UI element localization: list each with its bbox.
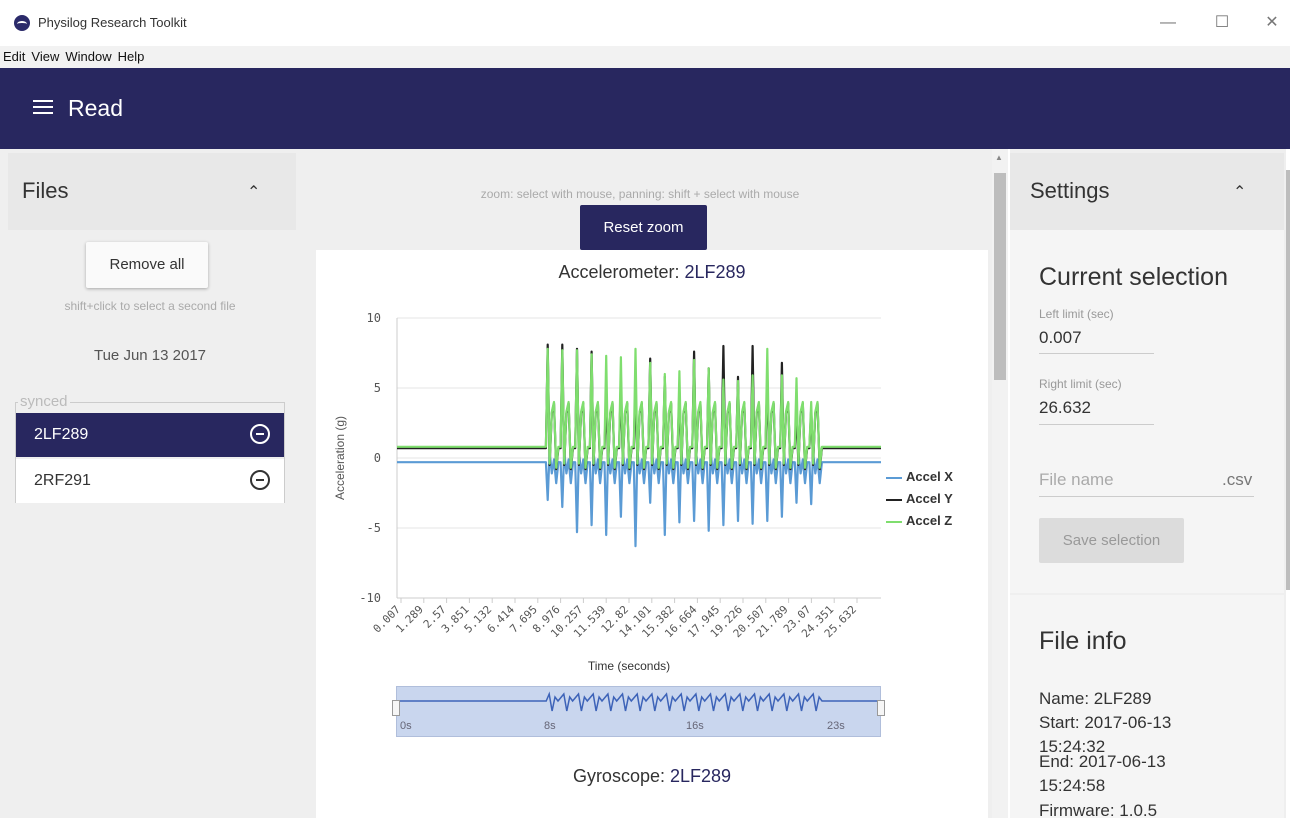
y-tick-label: -5: [367, 521, 381, 535]
legend-accel-y[interactable]: Accel Y: [886, 491, 953, 506]
navigator-label: 23s: [827, 720, 845, 732]
menu-view[interactable]: View: [28, 46, 62, 64]
save-selection-button[interactable]: Save selection: [1039, 518, 1184, 563]
file-item-2lf289[interactable]: 2LF289: [16, 413, 284, 457]
collapse-settings-chevron-up-icon[interactable]: ⌃: [1233, 182, 1246, 202]
remove-file-minus-icon[interactable]: [250, 424, 270, 444]
current-selection-title: Current selection: [1039, 263, 1228, 291]
y-tick-label: -10: [359, 591, 381, 605]
file-name: 2RF291: [34, 472, 91, 489]
right-limit-label: Right limit (sec): [1039, 377, 1122, 391]
zoom-hint: zoom: select with mouse, panning: shift …: [480, 187, 800, 201]
synced-group-label: synced: [18, 393, 70, 410]
series-accel-x: [397, 449, 881, 548]
navigator-right-handle[interactable]: [877, 700, 885, 716]
file-info-line: End: 2017-06-13: [1039, 752, 1166, 771]
navigator-label: 16s: [686, 720, 704, 732]
y-tick-label: 5: [374, 381, 381, 395]
menu-edit[interactable]: Edit: [0, 46, 28, 64]
minimize-button[interactable]: —: [1150, 10, 1186, 36]
scroll-up-arrow-icon[interactable]: ▲: [995, 153, 1003, 162]
files-date: Tue Jun 13 2017: [93, 347, 207, 364]
navigator-left-handle[interactable]: [392, 700, 400, 716]
right-limit-underline: [1039, 424, 1154, 425]
file-info-title: File info: [1039, 627, 1127, 655]
gyroscope-chart-title: Gyroscope: 2LF289: [572, 766, 732, 786]
close-window-button[interactable]: ✕: [1254, 10, 1290, 36]
app-logo-icon: [14, 15, 30, 31]
left-limit-input[interactable]: 0.007: [1039, 328, 1082, 348]
legend-accel-z[interactable]: Accel Z: [886, 513, 952, 528]
window-titlebar: Physilog Research Toolkit — ☐ ✕: [0, 0, 1290, 46]
chart-navigator[interactable]: [396, 686, 882, 737]
accelerometer-chart-title: Accelerometer: 2LF289: [558, 262, 746, 282]
navigator-series: [397, 691, 882, 712]
page-title: Read: [68, 95, 123, 121]
hamburger-menu-icon[interactable]: [33, 100, 53, 114]
x-axis-label: Time (seconds): [588, 659, 670, 673]
y-axis-label: Acceleration (g): [333, 416, 347, 500]
left-limit-underline: [1039, 353, 1154, 354]
series-accel-z: [397, 347, 881, 469]
navigator-label: 8s: [544, 720, 556, 732]
remove-all-button[interactable]: Remove all: [86, 242, 208, 288]
settings-scrollbar-thumb[interactable]: [1286, 170, 1290, 590]
files-title: Files: [22, 178, 69, 203]
menu-bar: Edit View Window Help: [0, 46, 1290, 68]
reset-zoom-button[interactable]: Reset zoom: [580, 205, 707, 250]
select-hint: shift+click to select a second file: [64, 299, 236, 313]
file-name-underline: [1039, 496, 1254, 497]
file-extension: .csv: [1222, 470, 1253, 489]
file-item-2rf291[interactable]: 2RF291: [16, 459, 284, 503]
center-scrollbar-thumb[interactable]: [994, 173, 1006, 380]
file-name: 2LF289: [34, 426, 89, 443]
file-info-line: Start: 2017-06-13: [1039, 713, 1172, 732]
left-limit-label: Left limit (sec): [1039, 307, 1114, 321]
collapse-files-chevron-up-icon[interactable]: ⌃: [247, 182, 260, 202]
settings-title: Settings: [1030, 178, 1110, 203]
file-info-line: Name: 2LF289: [1039, 689, 1152, 708]
y-tick-label: 10: [367, 311, 381, 325]
window-title: Physilog Research Toolkit: [38, 15, 187, 30]
y-tick-label: 0: [374, 451, 381, 465]
file-info-line: 15:24:58: [1039, 776, 1106, 795]
remove-file-minus-icon[interactable]: [250, 470, 270, 490]
app-bar: [0, 68, 1290, 149]
maximize-button[interactable]: ☐: [1204, 10, 1240, 36]
file-info-line: Firmware: 1.0.5: [1039, 801, 1158, 820]
legend-accel-x[interactable]: Accel X: [886, 469, 953, 484]
navigator-line: [397, 691, 882, 712]
menu-help[interactable]: Help: [115, 46, 148, 64]
navigator-label: 0s: [400, 720, 412, 732]
menu-window[interactable]: Window: [62, 46, 114, 64]
right-limit-input[interactable]: 26.632: [1039, 398, 1091, 418]
file-name-input[interactable]: File name: [1039, 470, 1114, 490]
accelerometer-chart[interactable]: 1050-5-100.0071.2892.573.8515.1326.4147.…: [316, 290, 988, 680]
